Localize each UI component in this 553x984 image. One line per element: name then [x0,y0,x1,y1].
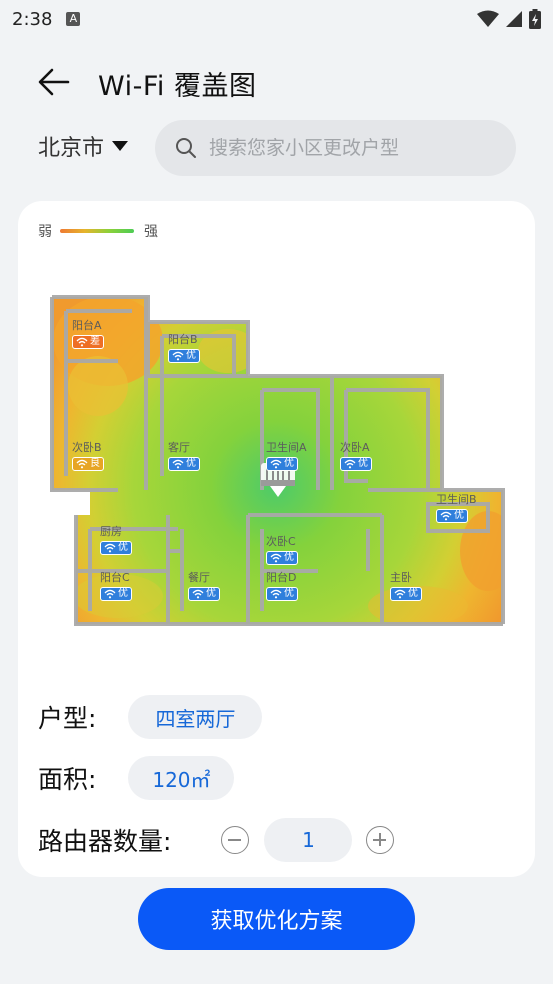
signal-quality: 优 [408,588,418,599]
minus-icon [228,839,242,841]
signal-badge: 优 [390,587,422,601]
layout-row: 户型: 四室两厅 [38,695,263,739]
signal-quality: 优 [118,588,128,599]
signal-quality: 优 [118,542,128,553]
layout-label: 户型: [38,704,97,733]
signal-badge: 优 [340,457,372,471]
area-label: 面积: [38,765,97,794]
room-label: 阳台D 优 [266,571,298,603]
room-name: 卫生间B [436,493,477,506]
wifi-icon [270,589,282,599]
signal-quality: 良 [90,458,100,469]
signal-badge: 优 [266,587,298,601]
layout-value-pill[interactable]: 四室两厅 [128,695,263,739]
signal-quality: 优 [284,458,294,469]
signal-quality: 优 [186,350,196,361]
area-row: 面积: 120㎡ [38,756,235,800]
increment-button[interactable] [366,826,395,854]
notification-icon: A [66,12,81,26]
wifi-icon [172,459,184,469]
room-name: 主卧 [390,571,412,584]
room-label: 餐厅优 [188,571,220,603]
wifi-icon [270,459,282,469]
back-arrow-icon[interactable] [36,64,72,100]
wifi-signal-icon [477,10,499,27]
battery-charging-icon [529,9,541,29]
signal-badge: 良 [72,457,104,471]
search-icon [176,138,196,158]
room-label: 客厅优 [168,441,200,473]
nav-gesture-bar [0,970,553,984]
wifi-icon [76,337,88,347]
city-label: 北京市 [38,136,105,161]
room-name: 客厅 [168,441,190,454]
wifi-icon [104,543,116,553]
wifi-icon [192,589,204,599]
community-search-bar[interactable] [155,120,516,176]
room-label: 主卧优 [390,571,422,603]
signal-badge: 优 [436,509,468,523]
router-count-value: 1 [264,818,353,862]
room-label: 次卧A 优 [340,441,372,473]
room-label: 阳台A 差 [72,319,104,351]
caret-down-icon [112,141,129,151]
room-name: 次卧B [72,441,102,454]
wifi-icon [394,589,406,599]
plus-icon-v [379,833,381,846]
city-selector[interactable]: 北京市 [38,130,129,162]
wifi-icon [440,511,452,521]
room-name: 卫生间A [266,441,307,454]
page-title: Wi-Fi 覆盖图 [98,71,257,102]
signal-badge: 优 [100,587,132,601]
coverage-card: 弱 强 阳台A 差 阳台B 优 次卧B 良 客厅 优 卫生间A 优 次卧A 优 … [18,201,535,877]
room-label: 厨房优 [100,525,132,557]
signal-badge: 优 [100,541,132,555]
signal-badge: 差 [72,335,104,349]
get-optimization-plan-button[interactable]: 获取优化方案 [138,888,415,950]
room-name: 阳台C [100,571,130,584]
room-name: 厨房 [100,525,122,538]
decrement-button[interactable] [221,826,250,854]
signal-quality: 优 [206,588,216,599]
signal-quality: 优 [186,458,196,469]
search-input[interactable] [209,137,489,159]
status-time: 2:38 [12,8,53,30]
room-name: 阳台A [72,319,102,332]
signal-badge: 优 [188,587,220,601]
signal-quality: 优 [284,588,294,599]
app-bar: Wi-Fi 覆盖图 [0,52,553,110]
room-label: 次卧B 良 [72,441,104,473]
wifi-icon [104,589,116,599]
wifi-icon [270,553,282,563]
room-name: 阳台D [266,571,297,584]
room-name: 餐厅 [188,571,210,584]
wifi-icon [76,459,88,469]
signal-quality: 差 [90,336,100,347]
area-value-pill[interactable]: 120㎡ [128,756,235,800]
signal-badge: 优 [168,457,200,471]
room-label: 卫生间A 优 [266,441,307,473]
signal-badge: 优 [266,457,298,471]
signal-badge: 优 [266,551,298,565]
room-label: 阳台B 优 [168,333,200,365]
signal-badge: 优 [168,349,200,363]
room-name: 次卧A [340,441,370,454]
cell-signal-icon [506,11,522,27]
router-count-row: 路由器数量: 1 [38,818,395,862]
status-bar: 2:38 A [0,0,553,38]
router-count-label: 路由器数量: [38,827,172,856]
room-name: 次卧C [266,535,296,548]
status-indicators [477,9,541,29]
room-label: 卫生间B 优 [436,493,477,525]
wifi-icon [344,459,356,469]
signal-quality: 优 [454,510,464,521]
room-label: 次卧C 优 [266,535,298,567]
room-label: 阳台C 优 [100,571,132,603]
wifi-icon [172,351,184,361]
signal-quality: 优 [284,552,294,563]
signal-quality: 优 [358,458,368,469]
room-name: 阳台B [168,333,198,346]
